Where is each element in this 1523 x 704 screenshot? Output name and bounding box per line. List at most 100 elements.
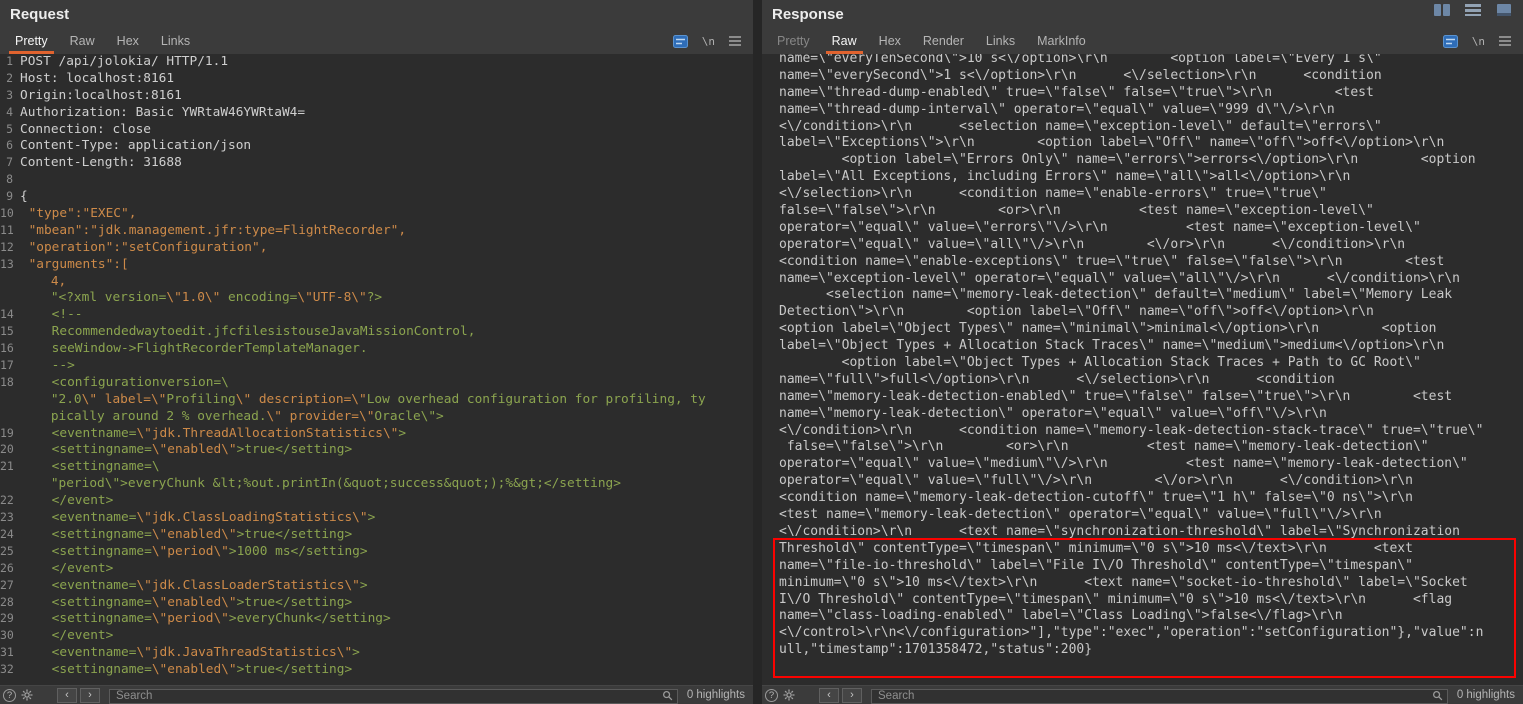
response-code-line: label=\"Exceptions\">\r\n <option label=… [762,135,1523,152]
request-code-line: 14 <!-- [0,307,753,324]
response-code-line: name=\"class-loading-enabled\" label=\"C… [762,608,1523,625]
response-code-line: minimum=\"0 s\">10 ms<\/text>\r\n <text … [762,575,1523,592]
request-code-line: 10 "type":"EXEC", [0,206,753,223]
response-code-line: name=\"exception-level\" operator=\"equa… [762,271,1523,288]
response-code-line: <\/condition>\r\n <text name=\"synchroni… [762,524,1523,541]
response-code-line: name=\"file-io-threshold\" label=\"File … [762,558,1523,575]
tab-render[interactable]: Render [912,28,975,54]
response-code: name=\"everyTenSecond\">10 s<\/option>\r… [762,54,1523,659]
request-code-line: 30 </event> [0,628,753,645]
next-match-button[interactable]: › [842,688,862,703]
response-code-line: I\/O Threshold\" contentType=\"timespan\… [762,592,1523,609]
request-code-line: 5Connection: close [0,122,753,139]
request-code-line: 9{ [0,189,753,206]
request-code-line: 3Origin:localhost:8161 [0,88,753,105]
syntax-highlight-icon[interactable] [673,35,688,48]
request-code-line: 12 "operation":"setConfiguration", [0,240,753,257]
request-code-line: 15 Recommendedwaytoedit.jfcfilesistouseJ… [0,324,753,341]
response-code-line: <option label=\"Object Types + Allocatio… [762,355,1523,372]
request-code-line: 16 seeWindow->FlightRecorderTemplateMana… [0,341,753,358]
request-code-line: 2Host: localhost:8161 [0,71,753,88]
response-code-line: <option label=\"Object Types\" name=\"mi… [762,321,1523,338]
panel-divider[interactable] [753,0,762,704]
help-icon[interactable]: ? [765,689,778,702]
request-code-line: 22 </event> [0,493,753,510]
response-panel-header: Response [762,0,1523,28]
search-icon [1432,688,1443,704]
request-code-line: 31 <eventname=\"jdk.JavaThreadStatistics… [0,645,753,662]
response-code-line: <test name=\"memory-leak-detection\" ope… [762,507,1523,524]
newline-toggle-icon[interactable]: \n [1472,35,1485,48]
response-code-line: name=\"memory-leak-detection-enabled\" t… [762,389,1523,406]
request-code-line: 8 [0,172,753,189]
response-code-line: operator=\"equal\" value=\"medium\"\/>\r… [762,456,1523,473]
tab-hex[interactable]: Hex [868,28,912,54]
search-settings-icon[interactable] [783,689,795,701]
request-code-line: 26 </event> [0,561,753,578]
response-code-line: <selection name=\"memory-leak-detection\… [762,287,1523,304]
request-code-line: 20 <settingname=\"enabled\">true</settin… [0,442,753,459]
editor-menu-icon[interactable] [1499,36,1511,46]
editor-menu-icon[interactable] [729,36,741,46]
prev-match-button[interactable]: ‹ [819,688,839,703]
newline-toggle-icon[interactable]: \n [702,35,715,48]
response-editor[interactable]: name=\"everyTenSecond\">10 s<\/option>\r… [762,54,1523,685]
prev-match-button[interactable]: ‹ [57,688,77,703]
next-match-button[interactable]: › [80,688,100,703]
response-code-line: operator=\"equal\" value=\"all\"\/>\r\n … [762,237,1523,254]
response-code-line: <condition name=\"enable-exceptions\" tr… [762,254,1523,271]
response-code-line: <\/control>\r\n<\/configuration>"],"type… [762,625,1523,642]
request-code-line: 4Authorization: Basic YWRtaW46YWRtaW4= [0,105,753,122]
request-code-line: "2.0\" label=\"Profiling\" description=\… [0,392,753,409]
response-search-bar: ? ‹ › 0 highlights [762,685,1523,704]
request-code-line: 25 <settingname=\"period\">1000 ms</sett… [0,544,753,561]
request-code-line: 28 <settingname=\"enabled\">true</settin… [0,595,753,612]
request-tabs: PrettyRawHexLinks [0,28,201,54]
request-code-line: 17 --> [0,358,753,375]
response-code-line: label=\"Object Types + Allocation Stack … [762,338,1523,355]
tab-raw[interactable]: Raw [821,28,868,54]
help-icon[interactable]: ? [3,689,16,702]
tab-markinfo[interactable]: MarkInfo [1026,28,1097,54]
request-code-line: 21 <settingname=\ [0,459,753,476]
request-editor[interactable]: 1POST /api/jolokia/ HTTP/1.12Host: local… [0,54,753,685]
burp-message-editor: Request PrettyRawHexLinks \n 1POST /api/… [0,0,1523,704]
request-code-line: 32 <settingname=\"enabled\">true</settin… [0,662,753,679]
response-tabbar: PrettyRawHexRenderLinksMarkInfo \n [762,28,1523,54]
request-code-line: 4, [0,274,753,291]
search-icon [662,688,673,704]
search-settings-icon[interactable] [21,689,33,701]
tab-links[interactable]: Links [150,28,201,54]
response-code-line: operator=\"equal\" value=\"errors\"\/>\r… [762,220,1523,237]
response-code-line: <\/selection>\r\n <condition name=\"enab… [762,186,1523,203]
syntax-highlight-icon[interactable] [1443,35,1458,48]
response-panel-title: Response [772,6,844,23]
tab-links[interactable]: Links [975,28,1026,54]
request-tabbar: PrettyRawHexLinks \n [0,28,753,54]
response-panel: Response PrettyRawHexRenderLinksMarkInfo [762,0,1523,704]
tab-raw[interactable]: Raw [59,28,106,54]
search-field [109,686,678,704]
tab-pretty[interactable]: Pretty [766,28,821,54]
request-code-line: 18 <configurationversion=\ [0,375,753,392]
layout-columns-icon[interactable] [1431,2,1453,18]
search-input[interactable] [871,689,1448,704]
request-code-line: 11 "mbean":"jdk.management.jfr:type=Flig… [0,223,753,240]
layout-controls [1431,2,1515,18]
response-editor-toolbar: \n [1443,28,1523,54]
request-code-line: 24 <settingname=\"enabled\">true</settin… [0,527,753,544]
layout-rows-icon[interactable] [1462,2,1484,18]
tab-hex[interactable]: Hex [106,28,150,54]
layout-combined-icon[interactable] [1493,2,1515,18]
response-code-line: <condition name=\"memory-leak-detection-… [762,490,1523,507]
highlight-count: 0 highlights [1457,689,1515,701]
request-code-line: 27 <eventname=\"jdk.ClassLoaderStatistic… [0,578,753,595]
response-code-line: operator=\"equal\" value=\"full\"\/>\r\n… [762,473,1523,490]
response-code-line: name=\"thread-dump-enabled\" true=\"fals… [762,85,1523,102]
response-code-line: name=\"memory-leak-detection\" operator=… [762,406,1523,423]
response-code-line: false=\"false\">\r\n <or>\r\n <test name… [762,439,1523,456]
request-code-line: 7Content-Length: 31688 [0,155,753,172]
tab-pretty[interactable]: Pretty [4,28,59,54]
request-panel: Request PrettyRawHexLinks \n 1POST /api/… [0,0,753,704]
search-input[interactable] [109,689,678,704]
